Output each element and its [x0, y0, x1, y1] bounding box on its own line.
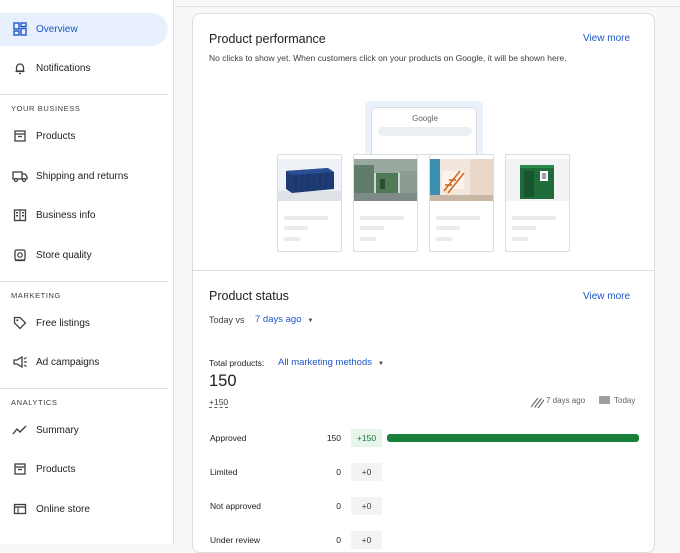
compare-period-value: 7 days ago [255, 314, 302, 325]
performance-view-more-link[interactable]: View more [583, 33, 630, 44]
status-row-label: Limited [210, 467, 238, 477]
legend-previous-label: 7 days ago [546, 396, 586, 405]
placeholder-line [360, 226, 384, 230]
product-card-illustration [505, 154, 570, 252]
dropdown-arrow-icon: ▼ [307, 318, 314, 324]
sidebar-item-online-store[interactable]: Online store [0, 493, 168, 526]
placeholder-line [360, 237, 376, 241]
truck-icon [12, 168, 28, 184]
sidebar: Overview Notifications YOUR BUSINESS Pro… [0, 0, 174, 544]
placeholder-line [284, 237, 300, 241]
sidebar-item-label: Business info [36, 210, 96, 221]
phone-illustration: Google [365, 101, 483, 155]
inventory-icon [12, 461, 28, 477]
search-bar-illustration [378, 127, 472, 136]
total-products-label: Total products: [209, 358, 265, 368]
total-products-value: 150 [209, 372, 237, 390]
building-icon [12, 207, 28, 223]
status-row-label: Approved [210, 433, 247, 443]
section-heading-analytics: ANALYTICS [11, 398, 58, 407]
placeholder-line [360, 216, 404, 220]
marketing-method-dropdown[interactable]: All marketing methods ▼ [278, 357, 384, 368]
placeholder-line [512, 237, 528, 241]
sidebar-item-label: Products [36, 131, 76, 142]
product-card-illustration [277, 154, 342, 252]
sidebar-item-label: Shipping and returns [36, 171, 129, 182]
bell-icon [12, 60, 28, 76]
trend-icon [12, 422, 28, 438]
sidebar-item-store-quality[interactable]: Store quality [0, 239, 168, 272]
placeholder-line [284, 216, 328, 220]
inventory-icon [12, 128, 28, 144]
placeholder-line [436, 216, 480, 220]
performance-title: Product performance [209, 32, 326, 46]
divider [0, 94, 168, 95]
sidebar-item-shipping[interactable]: Shipping and returns [0, 160, 168, 193]
approved-progress-bar [387, 434, 639, 442]
shipping-container-image [278, 159, 341, 201]
megaphone-icon [12, 354, 28, 370]
sidebar-item-label: Ad campaigns [36, 357, 100, 368]
marketing-method-value: All marketing methods [278, 357, 372, 368]
sidebar-item-label: Notifications [36, 63, 91, 74]
store-quality-icon [12, 247, 28, 263]
compare-label: Today vs [209, 315, 245, 325]
status-row-value: 0 [336, 501, 341, 511]
placeholder-line [436, 237, 452, 241]
divider [0, 388, 168, 389]
compare-period-dropdown[interactable]: 7 days ago ▼ [255, 314, 313, 325]
sidebar-item-products[interactable]: Products [0, 120, 168, 153]
status-view-more-link[interactable]: View more [583, 291, 630, 302]
status-row-delta: +0 [351, 497, 382, 515]
dropdown-arrow-icon: ▼ [377, 361, 384, 367]
status-row-label: Not approved [210, 501, 262, 511]
hatched-legend-icon [530, 395, 545, 409]
sidebar-item-summary[interactable]: Summary [0, 414, 168, 447]
status-row-value: 150 [326, 433, 341, 443]
divider [0, 281, 168, 282]
total-products-delta: +150 [209, 397, 229, 408]
sidebar-item-analytics-products[interactable]: Products [0, 453, 168, 486]
status-row-delta: +0 [351, 531, 382, 549]
sidebar-item-label: Overview [36, 24, 78, 35]
sidebar-item-label: Online store [36, 504, 90, 515]
sidebar-item-label: Products [36, 464, 76, 475]
product-card-illustration [353, 154, 418, 252]
google-logo: Google [412, 114, 438, 123]
sidebar-item-label: Free listings [36, 318, 90, 329]
dashboard-icon [12, 21, 28, 37]
section-divider [193, 270, 654, 271]
sidebar-item-overview[interactable]: Overview [0, 13, 168, 46]
sidebar-item-free-listings[interactable]: Free listings [0, 307, 168, 340]
sidebar-item-label: Store quality [36, 250, 92, 261]
tag-icon [12, 315, 28, 331]
sidebar-item-label: Summary [36, 425, 79, 436]
phone-screen: Google [371, 107, 477, 155]
status-row-delta: +0 [351, 463, 382, 481]
placeholder-line [436, 226, 460, 230]
green-cabin-image [506, 159, 569, 201]
placeholder-line [512, 226, 536, 230]
overview-card: Product performance View more No clicks … [192, 13, 655, 553]
interior-room-image [430, 159, 493, 201]
section-heading-business: YOUR BUSINESS [11, 104, 81, 113]
solid-legend-icon [599, 396, 610, 404]
performance-empty-message: No clicks to show yet. When customers cl… [209, 53, 567, 63]
browser-window-icon [12, 501, 28, 517]
sidebar-item-ad-campaigns[interactable]: Ad campaigns [0, 346, 168, 379]
section-heading-marketing: MARKETING [11, 291, 61, 300]
placeholder-line [284, 226, 308, 230]
sidebar-item-notifications[interactable]: Notifications [0, 52, 168, 85]
status-title: Product status [209, 289, 289, 303]
status-row-delta: +150 [351, 429, 382, 447]
sidebar-item-business-info[interactable]: Business info [0, 199, 168, 232]
placeholder-line [512, 216, 556, 220]
product-card-illustration [429, 154, 494, 252]
street-storage-image [354, 159, 417, 201]
legend-today-label: Today [614, 396, 636, 405]
status-row-value: 0 [336, 467, 341, 477]
top-divider [175, 6, 680, 7]
